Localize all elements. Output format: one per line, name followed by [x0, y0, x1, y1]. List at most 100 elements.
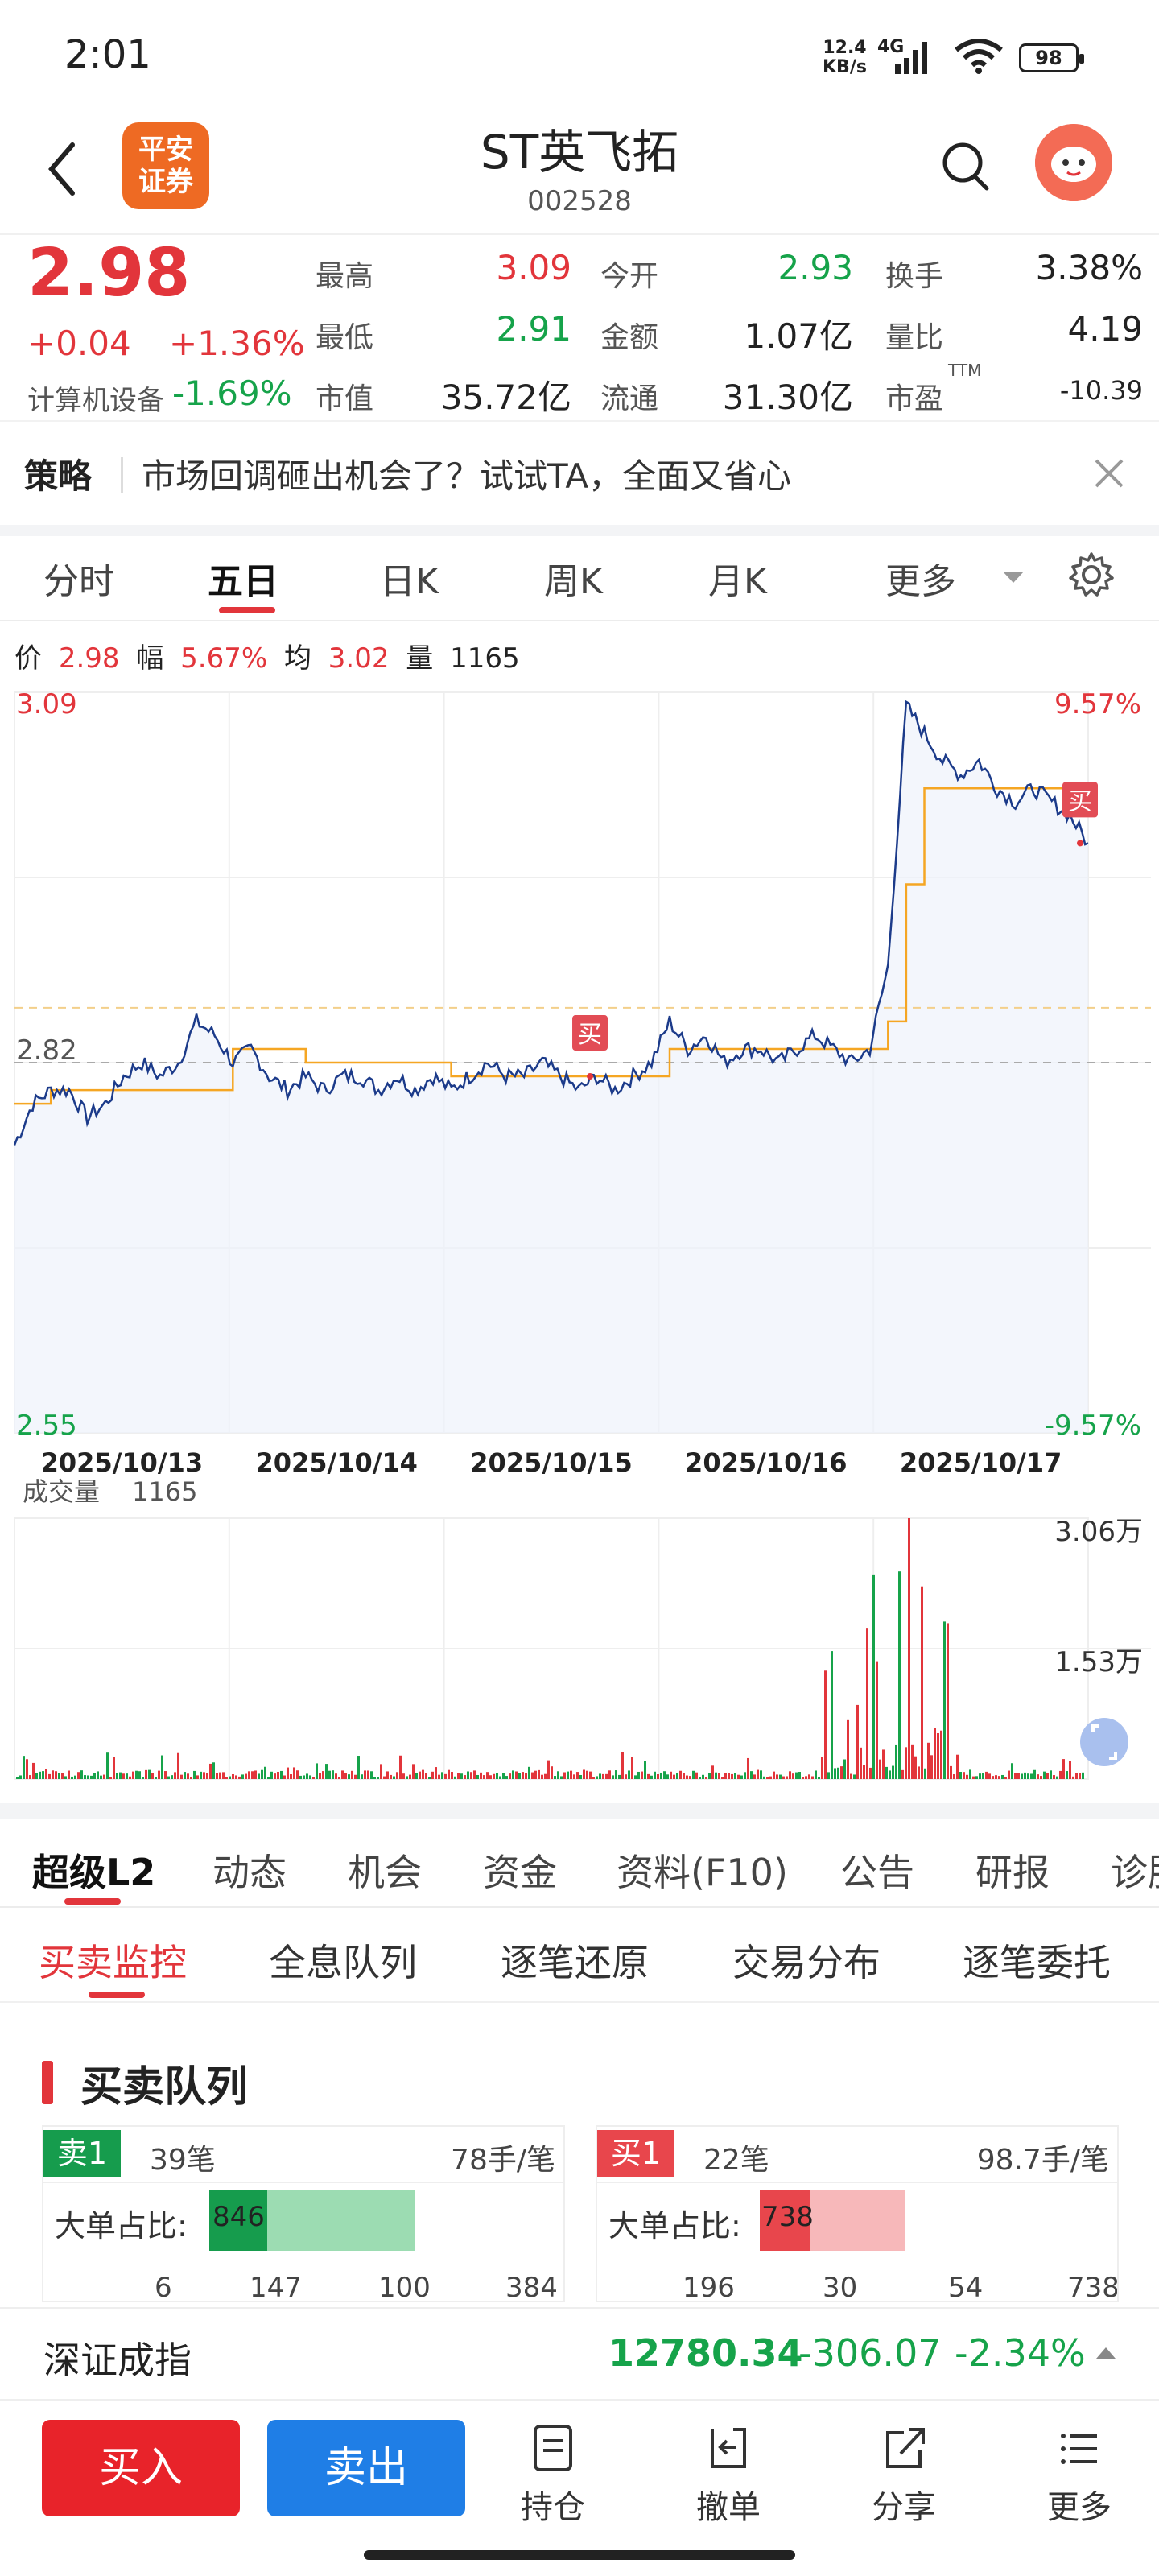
- volume-bar: [940, 1730, 942, 1779]
- stat-value: 35.72亿: [440, 378, 571, 417]
- fullscreen-icon[interactable]: [1080, 1718, 1128, 1766]
- volume-bar: [174, 1772, 176, 1779]
- settings-gear-icon[interactable]: [1067, 551, 1116, 599]
- tab-super-l2[interactable]: 超级L2: [32, 1843, 155, 1897]
- tab-five-day[interactable]: 五日: [208, 552, 278, 604]
- chevron-down-icon[interactable]: [1001, 570, 1025, 586]
- tab-more[interactable]: 更多: [885, 552, 956, 604]
- volume-bar: [1033, 1769, 1036, 1779]
- volume-bar: [522, 1772, 524, 1779]
- volume-bar: [464, 1775, 466, 1779]
- volume-bar: [541, 1774, 543, 1779]
- volume-bar: [309, 1775, 311, 1779]
- volume-bar: [724, 1773, 727, 1779]
- volume-bar: [892, 1765, 894, 1779]
- sell1-per: 78手/笔: [451, 2144, 555, 2177]
- holdings-button[interactable]: 持仓: [493, 2421, 613, 2528]
- more-button[interactable]: 更多: [1019, 2421, 1140, 2528]
- volume-bar: [644, 1761, 646, 1779]
- sell-button[interactable]: 卖出: [267, 2420, 465, 2516]
- tab-monthly-k[interactable]: 月K: [708, 552, 767, 604]
- volume-bar: [576, 1772, 579, 1779]
- buy-queue-num: 54: [948, 2272, 984, 2302]
- volume-bar: [1011, 1763, 1013, 1779]
- buy-queue-card[interactable]: 买1 22笔 98.7手/笔 大单占比: 738 196 30 54 738: [596, 2125, 1119, 2302]
- volume-bar: [718, 1773, 720, 1779]
- tab-tick-orders[interactable]: 逐笔委托: [963, 1934, 1111, 1987]
- volume-bar: [270, 1771, 273, 1779]
- volume-bar: [628, 1770, 630, 1779]
- home-indicator[interactable]: [364, 2550, 795, 2560]
- tab-trade-distribution[interactable]: 交易分布: [732, 1934, 881, 1987]
- volume-bar: [19, 1775, 22, 1779]
- volume-bar: [1069, 1761, 1071, 1779]
- tab-weekly-k[interactable]: 周K: [544, 552, 603, 604]
- volume-bar: [480, 1772, 482, 1779]
- volume-bar: [61, 1773, 64, 1779]
- buy1-count: 22笔: [703, 2144, 769, 2177]
- strategy-banner[interactable]: 策略 市场回调砸出机会了？试试TA，全面又省心: [0, 420, 1159, 525]
- cancel-order-button[interactable]: 撤单: [668, 2421, 789, 2528]
- tab-trade-monitor[interactable]: 买卖监控: [39, 1934, 187, 1987]
- assistant-avatar-icon[interactable]: [1035, 124, 1112, 201]
- volume-bar: [876, 1661, 878, 1779]
- volume-bar: [843, 1759, 846, 1779]
- tab-full-queue[interactable]: 全息队列: [269, 1934, 417, 1987]
- expand-up-icon[interactable]: [1095, 2346, 1117, 2360]
- sector-label[interactable]: 计算机设备: [27, 378, 164, 418]
- stat-value: 4.19: [1067, 309, 1143, 349]
- share-button[interactable]: 分享: [843, 2421, 964, 2528]
- price-chart[interactable]: 3.09 2.82 2.55 9.57% -9.57% 2025/10/13 20…: [0, 684, 1159, 1489]
- volume-bar: [23, 1756, 25, 1779]
- tab-funds[interactable]: 资金: [483, 1843, 557, 1897]
- wifi-icon: [955, 39, 1003, 74]
- tab-intraday[interactable]: 分时: [43, 552, 114, 604]
- volume-bar: [341, 1770, 344, 1779]
- tab-announcements[interactable]: 公告: [840, 1843, 914, 1897]
- index-ticker[interactable]: 深证成指 12780.34 -306.07 -2.34%: [0, 2307, 1159, 2399]
- net-speed-unit: KB/s: [823, 57, 867, 77]
- close-icon[interactable]: [1087, 451, 1132, 496]
- volume-bar: [1050, 1770, 1052, 1779]
- volume-bar: [769, 1776, 772, 1779]
- buy-marker[interactable]: 买: [572, 1015, 608, 1080]
- volume-bar: [367, 1770, 369, 1779]
- tab-daily-k[interactable]: 日K: [380, 552, 439, 604]
- volume-bar: [786, 1776, 788, 1779]
- volume-bar: [805, 1776, 807, 1779]
- volume-bar: [39, 1771, 41, 1779]
- stat-value: 3.38%: [1035, 248, 1143, 287]
- tab-f10[interactable]: 资料(F10): [617, 1843, 788, 1897]
- tab-tick-restore[interactable]: 逐笔还原: [501, 1934, 649, 1987]
- sell-queue-card[interactable]: 卖1 39笔 78手/笔 大单占比: 846 6 147 100 384: [42, 2125, 565, 2302]
- volume-bar: [483, 1775, 485, 1779]
- volume-bar: [193, 1770, 196, 1779]
- volume-bar: [683, 1773, 685, 1779]
- volume-bar: [370, 1771, 373, 1779]
- volume-bar: [338, 1777, 340, 1779]
- volume-bar: [35, 1773, 38, 1779]
- volume-bar: [351, 1770, 353, 1779]
- tab-news[interactable]: 动态: [212, 1843, 287, 1897]
- volume-bar: [1082, 1772, 1084, 1779]
- volume-bar: [290, 1774, 292, 1779]
- volume-bar: [58, 1773, 60, 1779]
- volume-bar: [412, 1764, 415, 1779]
- tab-research[interactable]: 研报: [975, 1843, 1050, 1897]
- volume-bar: [251, 1771, 254, 1779]
- volume-bar: [171, 1775, 173, 1779]
- buy-button[interactable]: 买入: [42, 2420, 240, 2516]
- volume-bar: [515, 1771, 518, 1779]
- search-icon[interactable]: [940, 138, 992, 195]
- info-vol-label: 量: [406, 642, 434, 675]
- cancel-order-label: 撤单: [696, 2489, 761, 2526]
- volume-bar: [126, 1773, 128, 1779]
- volume-bar: [918, 1766, 920, 1779]
- volume-bar: [399, 1755, 402, 1779]
- volume-bar: [87, 1775, 89, 1779]
- volume-chart[interactable]: 成交量 1165 3.06万 1.53万: [0, 1473, 1159, 1787]
- divider: [0, 525, 1159, 536]
- volume-bar: [789, 1771, 791, 1779]
- tab-opportunity[interactable]: 机会: [348, 1843, 422, 1897]
- tab-diagnosis[interactable]: 诊股: [1111, 1843, 1159, 1897]
